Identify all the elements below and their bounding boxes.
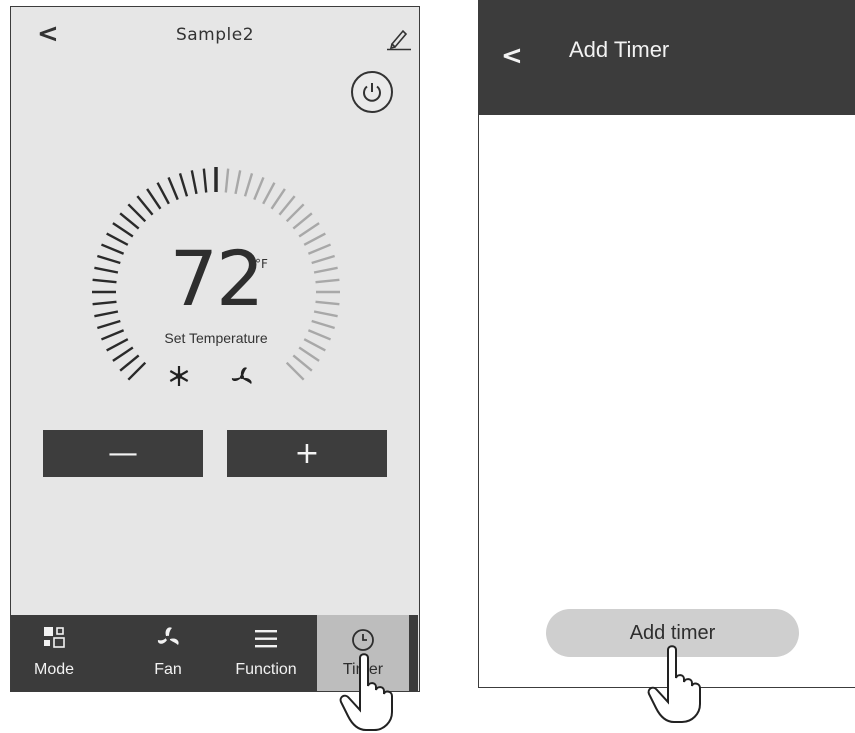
- add-timer-screen: < Add Timer Add timer: [478, 0, 855, 688]
- dial-tick: [298, 346, 320, 362]
- nav-fan[interactable]: Fan: [133, 615, 203, 691]
- page-title: Add Timer: [569, 37, 670, 62]
- increase-temperature-button[interactable]: +: [227, 430, 387, 477]
- dial-tick: [190, 170, 198, 195]
- dial-tick: [262, 182, 276, 205]
- dial-tick: [119, 354, 140, 372]
- dial-tick: [270, 188, 286, 210]
- set-temperature-label: Set Temperature: [164, 330, 268, 346]
- thermostat-screen: < Sample2 72 °F Set Temperature — + Mode…: [10, 6, 420, 692]
- clock-icon: [352, 629, 374, 651]
- nav-mode-label: Mode: [33, 661, 75, 678]
- dial-tick: [285, 203, 305, 223]
- device-title: Sample2: [175, 25, 255, 45]
- header-bar: < Add Timer: [479, 1, 855, 115]
- dial-tick: [156, 182, 170, 205]
- temperature-unit: °F: [255, 257, 268, 271]
- nav-function[interactable]: Function: [221, 615, 311, 691]
- snowflake-icon: [169, 366, 189, 386]
- pencil-icon[interactable]: [383, 25, 413, 51]
- dial-tick: [243, 172, 254, 197]
- dial-tick: [127, 361, 147, 381]
- power-icon: [363, 83, 381, 102]
- dial-tick: [96, 319, 121, 330]
- dial-tick: [112, 222, 134, 238]
- nav-function-label: Function: [235, 661, 297, 678]
- dial-tick: [127, 203, 147, 223]
- dial-tick: [136, 195, 154, 216]
- dial-tick: [292, 212, 313, 230]
- pointer-hand-icon: [647, 645, 701, 723]
- nav-fan-label: Fan: [154, 661, 182, 678]
- back-button[interactable]: <: [501, 41, 523, 71]
- dial-tick: [253, 176, 265, 201]
- dial-tick: [278, 195, 296, 216]
- dial-tick: [167, 176, 179, 201]
- mode-icon: [44, 627, 65, 648]
- dial-tick: [292, 354, 313, 372]
- dial-tick: [298, 222, 320, 238]
- fan-icon: [231, 367, 252, 384]
- power-button[interactable]: [351, 71, 393, 113]
- dial-tick: [146, 188, 162, 210]
- temperature-value: 72: [169, 234, 265, 323]
- dial-tick: [285, 361, 305, 381]
- decrease-temperature-button[interactable]: —: [43, 430, 203, 477]
- nav-mode[interactable]: Mode: [19, 615, 89, 691]
- dial-tick: [311, 319, 336, 330]
- fan-icon: [157, 627, 179, 645]
- dial-tick: [119, 212, 140, 230]
- dial-tick: [234, 170, 242, 195]
- dial-tick: [202, 168, 208, 193]
- dial-tick: [224, 168, 230, 193]
- menu-icon: [255, 630, 277, 648]
- dial-tick: [178, 172, 189, 197]
- dial-tick: [112, 346, 134, 362]
- pointer-hand-icon: [339, 653, 393, 731]
